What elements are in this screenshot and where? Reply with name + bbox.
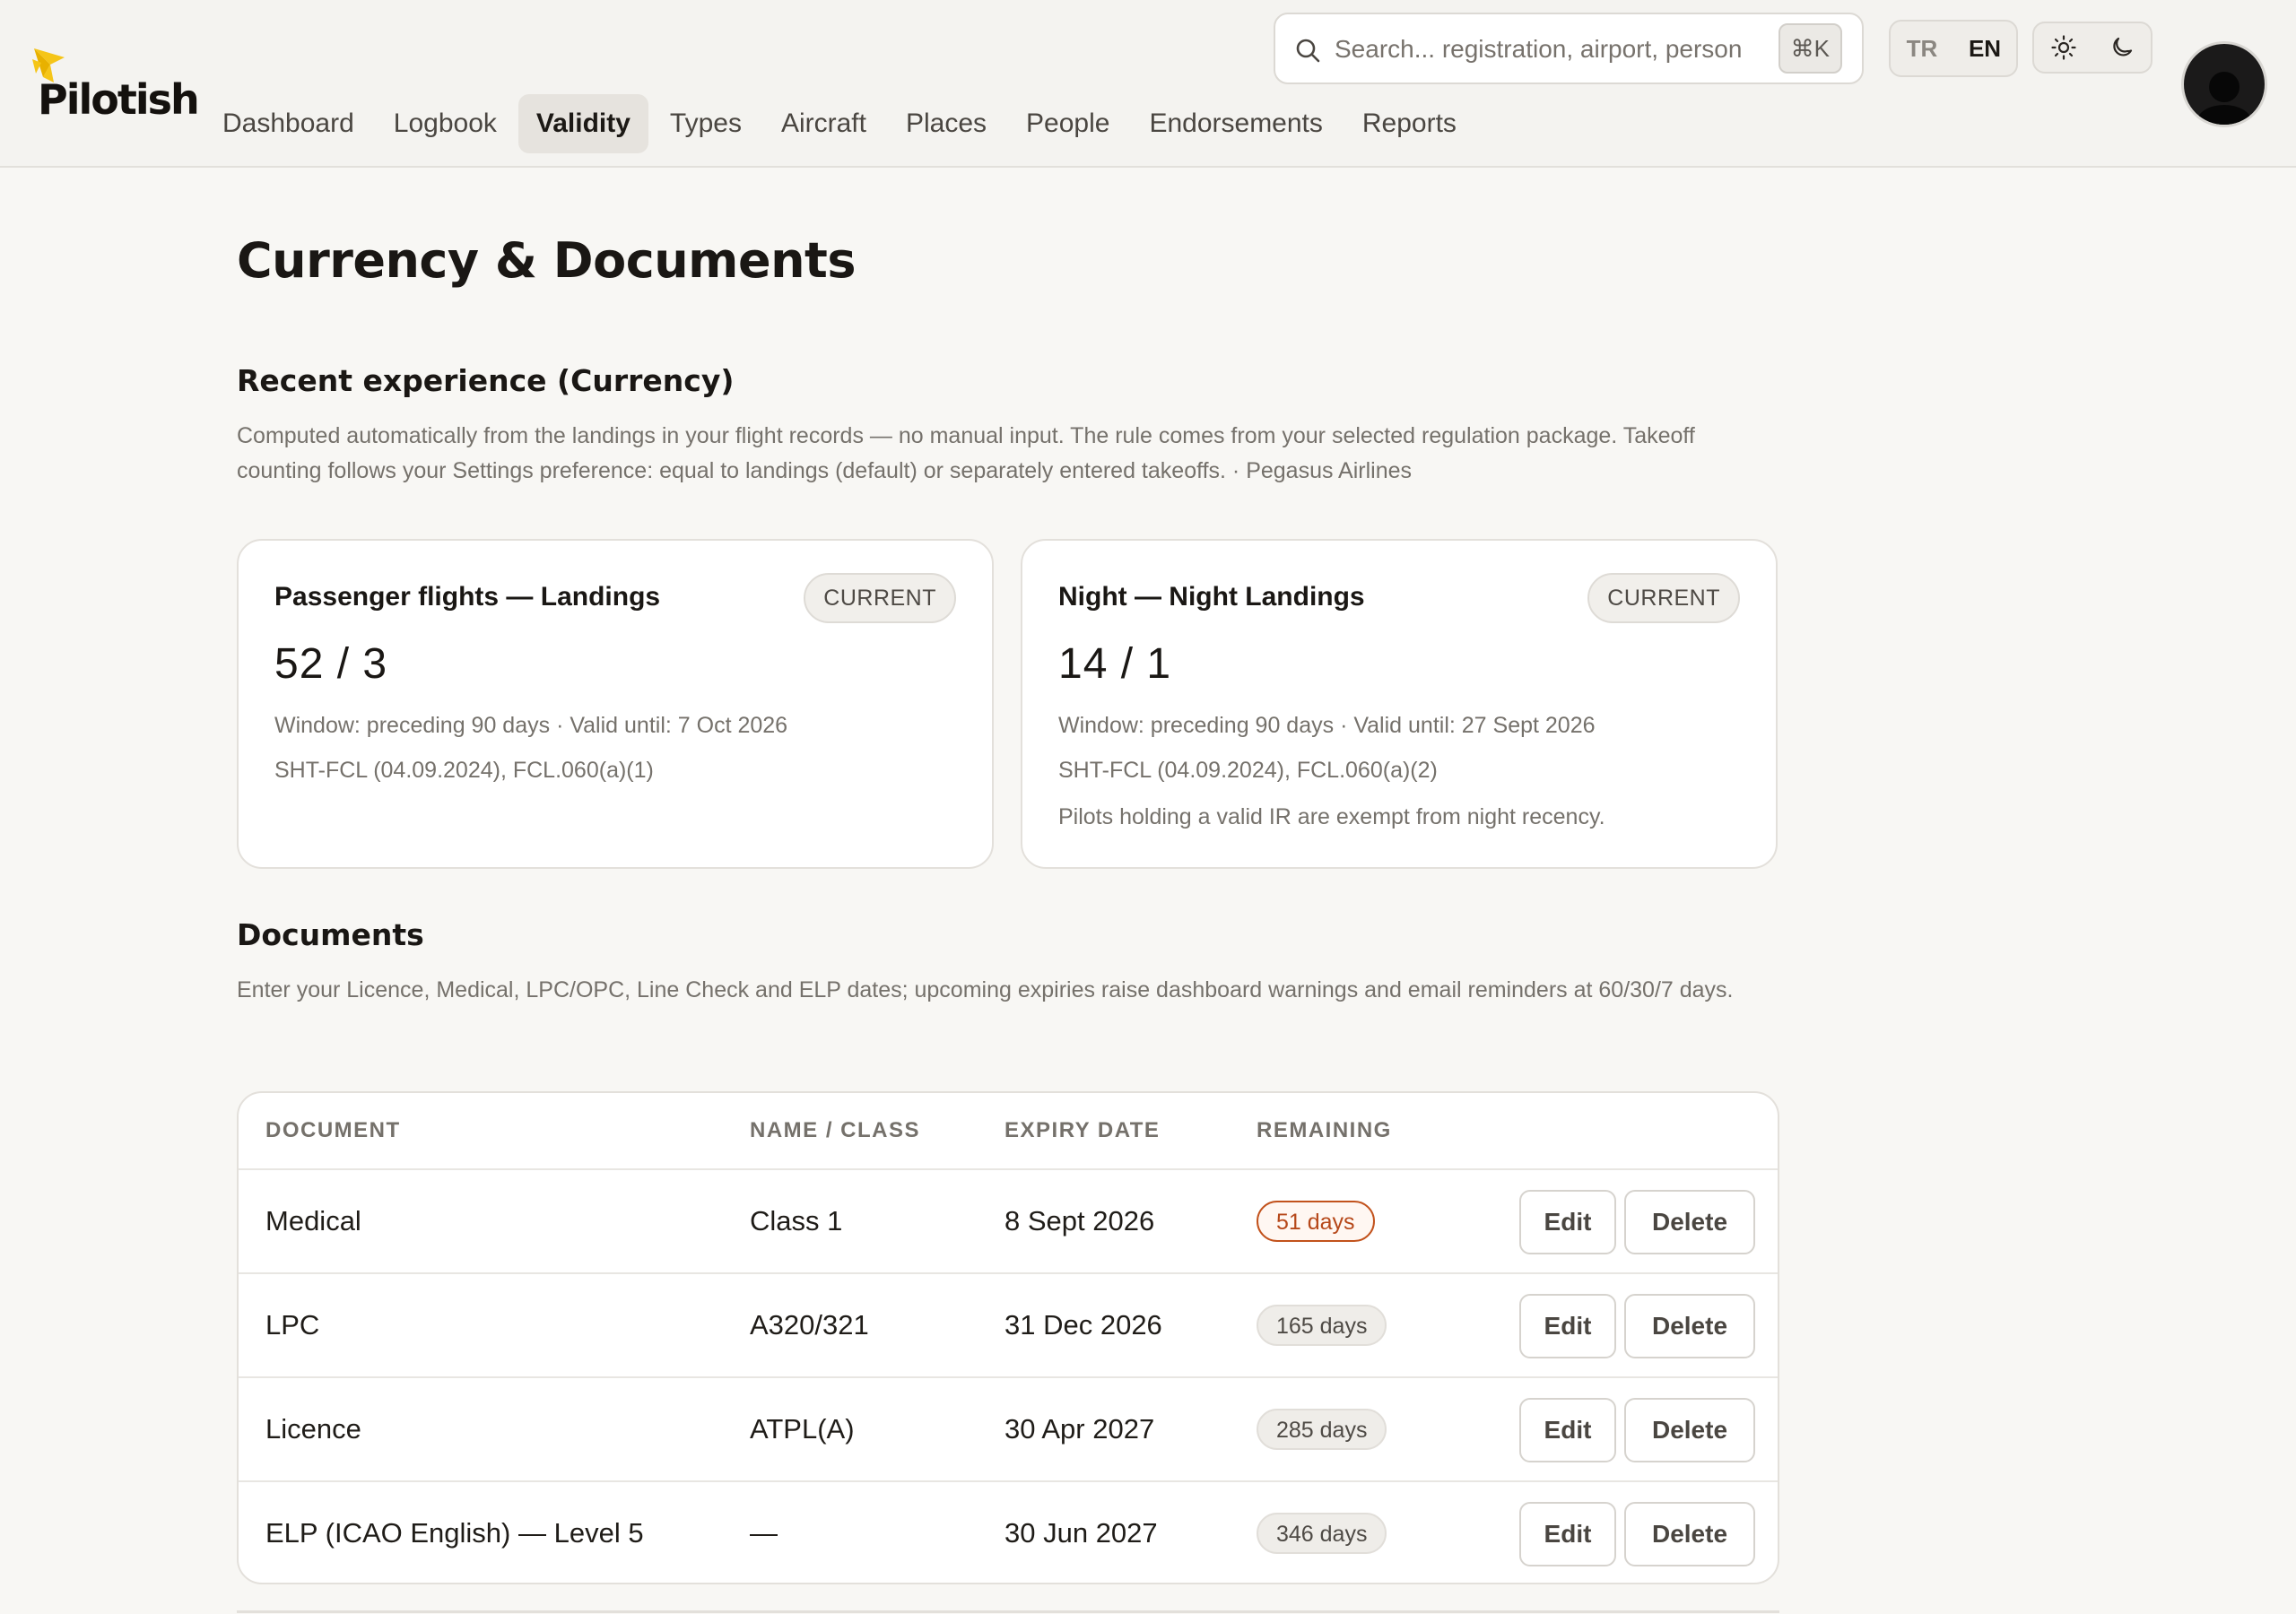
currency-card-window: Window: preceding 90 days · Valid until:… [274, 713, 788, 738]
currency-card-window: Window: preceding 90 days · Valid until:… [1058, 713, 1596, 738]
currency-card-title: Passenger flights — Landings [274, 582, 661, 612]
delete-button[interactable]: Delete [1624, 1294, 1755, 1358]
nav-dashboard[interactable]: Dashboard [204, 94, 372, 153]
currency-card-value: 14 / 1 [1058, 640, 1172, 688]
documents-section-description: Enter your Licence, Medical, LPC/OPC, Li… [237, 977, 1734, 1002]
search-icon [1296, 39, 1320, 63]
page-title: Currency & Documents [237, 232, 856, 289]
global-search[interactable]: ⌘K [1274, 13, 1864, 84]
nav-aircraft[interactable]: Aircraft [763, 94, 884, 153]
search-input[interactable] [1335, 27, 1747, 72]
remaining-days-badge: 165 days [1257, 1305, 1387, 1346]
brand-name: Pilotish [38, 75, 200, 124]
currency-card-value: 52 / 3 [274, 640, 388, 688]
remaining-days-badge: 51 days [1257, 1201, 1375, 1242]
main-nav: Dashboard Logbook Validity Types Aircraf… [204, 94, 1474, 153]
lang-option-en[interactable]: EN [1953, 22, 2016, 75]
nav-logbook[interactable]: Logbook [376, 94, 515, 153]
document-expiry: 30 Apr 2027 [1004, 1413, 1155, 1445]
delete-button[interactable]: Delete [1624, 1502, 1755, 1566]
edit-button[interactable]: Edit [1519, 1294, 1616, 1358]
remaining-days-badge: 285 days [1257, 1409, 1387, 1450]
top-header: Pilotish Dashboard Logbook Validity Type… [0, 0, 2296, 168]
document-expiry: 31 Dec 2026 [1004, 1309, 1162, 1341]
dark-theme-button[interactable] [2092, 23, 2151, 72]
user-avatar-icon [2197, 72, 2251, 125]
edit-button[interactable]: Edit [1519, 1398, 1616, 1462]
next-section-divider [237, 1610, 1779, 1613]
document-name: Medical [265, 1205, 361, 1237]
documents-table: DOCUMENT NAME / CLASS EXPIRY DATE REMAIN… [237, 1091, 1779, 1584]
edit-button[interactable]: Edit [1519, 1502, 1616, 1566]
document-name: Licence [265, 1413, 361, 1445]
nav-endorsements[interactable]: Endorsements [1131, 94, 1340, 153]
currency-card-title: Night — Night Landings [1058, 582, 1365, 612]
delete-button[interactable]: Delete [1624, 1190, 1755, 1254]
table-row: Medical Class 1 8 Sept 2026 51 days Edit… [239, 1168, 1778, 1272]
lang-option-tr[interactable]: TR [1891, 22, 1953, 75]
language-switcher: TR EN [1889, 20, 2018, 77]
user-avatar[interactable] [2181, 41, 2267, 127]
document-name: ELP (ICAO English) — Level 5 [265, 1517, 644, 1549]
status-badge: CURRENT [1587, 573, 1740, 623]
nav-validity[interactable]: Validity [517, 94, 648, 153]
remaining-days-badge: 346 days [1257, 1513, 1387, 1554]
moon-icon [2112, 37, 2132, 56]
document-name: LPC [265, 1309, 320, 1341]
delete-button[interactable]: Delete [1624, 1398, 1755, 1462]
search-shortcut-badge: ⌘K [1778, 23, 1842, 74]
nav-reports[interactable]: Reports [1344, 94, 1474, 153]
document-expiry: 30 Jun 2027 [1004, 1517, 1158, 1549]
table-row: ELP (ICAO English) — Level 5 — 30 Jun 20… [239, 1480, 1778, 1583]
column-header-remaining: REMAINING [1257, 1118, 1392, 1142]
document-class: A320/321 [750, 1309, 869, 1341]
currency-card-night: Night — Night Landings CURRENT 14 / 1 Wi… [1021, 539, 1778, 869]
table-row: LPC A320/321 31 Dec 2026 165 days Edit D… [239, 1272, 1778, 1376]
theme-switcher [2032, 22, 2152, 74]
currency-card-note: Pilots holding a valid IR are exempt fro… [1058, 804, 1605, 829]
currency-card-passenger: Passenger flights — Landings CURRENT 52 … [237, 539, 994, 869]
table-row: Licence ATPL(A) 30 Apr 2027 285 days Edi… [239, 1376, 1778, 1480]
document-class: Class 1 [750, 1205, 843, 1237]
brand-logo[interactable]: Pilotish [30, 47, 201, 127]
documents-section-title: Documents [237, 917, 424, 952]
status-badge: CURRENT [804, 573, 956, 623]
light-theme-button[interactable] [2034, 23, 2092, 72]
currency-card-rule: SHT-FCL (04.09.2024), FCL.060(a)(1) [274, 758, 654, 783]
document-class: ATPL(A) [750, 1413, 855, 1445]
currency-card-rule: SHT-FCL (04.09.2024), FCL.060(a)(2) [1058, 758, 1438, 783]
nav-types[interactable]: Types [652, 94, 760, 153]
document-class: — [750, 1517, 778, 1549]
nav-people[interactable]: People [1008, 94, 1127, 153]
column-header-name-class: NAME / CLASS [750, 1118, 921, 1142]
sun-icon [2050, 35, 2076, 60]
currency-section-description: Computed automatically from the landings… [237, 423, 1695, 483]
document-expiry: 8 Sept 2026 [1004, 1205, 1155, 1237]
edit-button[interactable]: Edit [1519, 1190, 1616, 1254]
currency-section-title: Recent experience (Currency) [237, 363, 735, 398]
column-header-document: DOCUMENT [265, 1118, 401, 1142]
column-header-expiry-date: EXPIRY DATE [1004, 1118, 1161, 1142]
nav-places[interactable]: Places [888, 94, 1004, 153]
